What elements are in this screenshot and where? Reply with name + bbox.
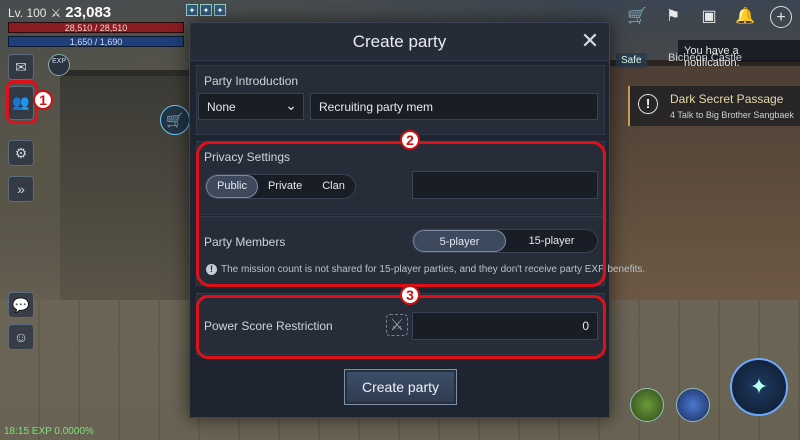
buff-icon[interactable]: ✦ — [186, 4, 198, 16]
shop-cart-icon[interactable]: 🛒 — [160, 105, 190, 135]
marker-2: 2 — [400, 130, 420, 150]
level-label: Lv. 100 — [8, 5, 47, 20]
marker-3: 3 — [400, 285, 420, 305]
location-name: Bicheon Castle — [668, 52, 742, 64]
close-icon[interactable]: ✕ — [577, 29, 603, 55]
event-icon[interactable]: ⚑ — [662, 6, 684, 28]
power-score-icon: ⚔ — [50, 5, 62, 20]
buff-icons[interactable]: ✦ ✦ ✦ — [186, 4, 226, 16]
dialog-header: Create party ✕ — [190, 23, 609, 61]
expand-icon[interactable]: » — [8, 176, 34, 202]
mail-icon[interactable]: ✉ — [8, 54, 34, 80]
chat-icon[interactable]: 💬 — [8, 292, 34, 318]
create-party-button[interactable]: Create party — [344, 369, 457, 405]
bottom-status: 18:15 EXP 0.0000% — [4, 426, 94, 437]
buff-icon[interactable]: ✦ — [200, 4, 212, 16]
marker-1: 1 — [33, 90, 53, 110]
quest-alert-icon: ! — [638, 94, 658, 114]
menu-plus-icon[interactable]: + — [770, 6, 792, 28]
quest-subtitle: 4 Talk to Big Brother Sangbaek — [670, 110, 794, 120]
highlight-power-restriction — [196, 295, 606, 359]
quest-title: Dark Secret Passage — [670, 92, 784, 106]
emote-icon[interactable]: ☺ — [8, 324, 34, 350]
player-level-power: Lv. 100 ⚔ 23,083 — [8, 4, 111, 21]
mp-bar: 1,650 / 1,690 — [8, 36, 184, 47]
safe-zone-tag: Safe — [616, 53, 647, 68]
social-icon[interactable]: ⚙ — [8, 140, 34, 166]
intro-text-input[interactable] — [310, 93, 598, 120]
highlight-privacy-members — [196, 141, 606, 287]
notification-bell-icon[interactable]: 🔔 — [734, 6, 756, 28]
skill-icon[interactable] — [676, 388, 710, 422]
auto-combat-icon[interactable]: ✦ — [730, 358, 788, 416]
skill-icon[interactable] — [630, 388, 664, 422]
quest-tracker[interactable]: ! Dark Secret Passage 4 Talk to Big Brot… — [628, 86, 800, 126]
inventory-icon[interactable]: ▣ — [698, 6, 720, 28]
intro-label: Party Introduction — [204, 74, 299, 88]
hp-bar: 28,510 / 28,510 — [8, 22, 184, 33]
intro-dropdown-value: None — [207, 100, 236, 114]
top-right-menu: 🛒 ⚑ ▣ 🔔 + — [626, 6, 792, 28]
chevron-down-icon: ⌄ — [285, 97, 297, 113]
buff-icon[interactable]: ✦ — [214, 4, 226, 16]
dialog-title: Create party — [352, 32, 447, 51]
shop-icon[interactable]: 🛒 — [626, 6, 648, 28]
exp-badge[interactable]: EXP — [48, 54, 70, 76]
intro-dropdown[interactable]: None ⌄ — [198, 93, 304, 120]
power-score: 23,083 — [65, 4, 112, 21]
